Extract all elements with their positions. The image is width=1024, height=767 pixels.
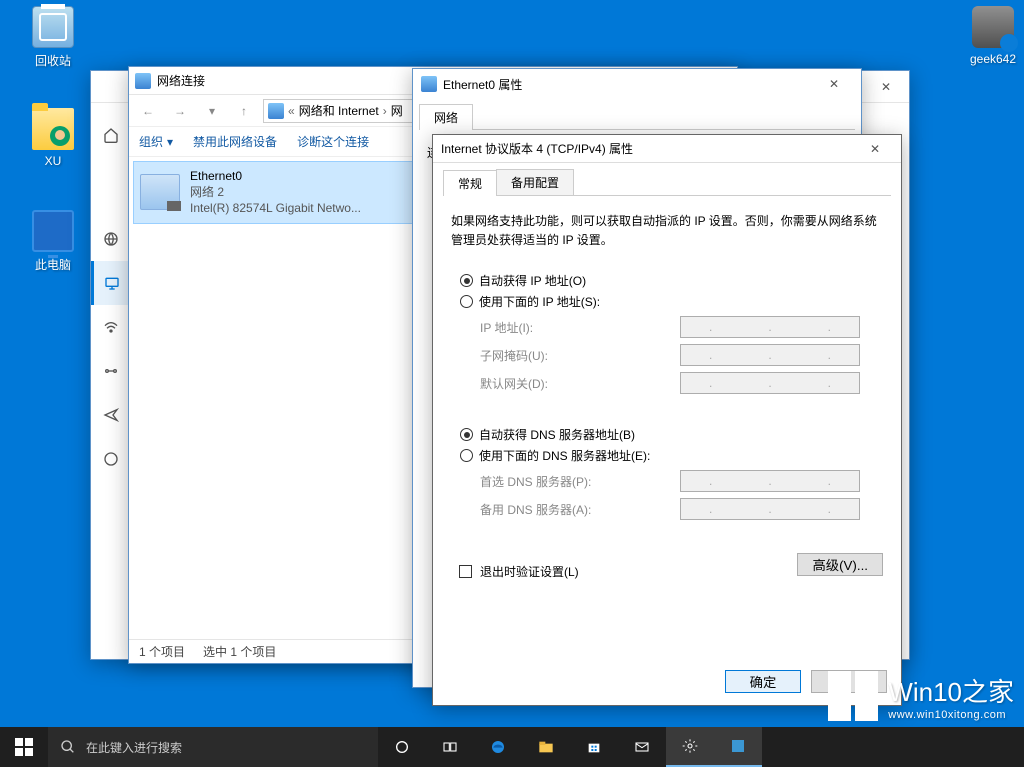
- radio-icon: [460, 274, 473, 287]
- chevron-down-icon: ▾: [167, 135, 173, 149]
- input-ip-address: ...: [680, 316, 860, 338]
- start-button[interactable]: [0, 727, 48, 767]
- taskbar-edge[interactable]: [474, 727, 522, 767]
- window-title: 网络连接: [157, 72, 205, 89]
- label-ip: IP 地址(I):: [480, 319, 680, 336]
- dialog-title: Internet 协议版本 4 (TCP/IPv4) 属性: [441, 140, 857, 157]
- adapter-network: 网络 2: [190, 184, 361, 200]
- checkbox-icon: [459, 565, 472, 578]
- nav-up-button[interactable]: ↑: [231, 98, 257, 124]
- desktop-icon-geek642[interactable]: geek642: [958, 6, 1024, 66]
- taskbar-settings[interactable]: [666, 727, 714, 767]
- menu-ethernet[interactable]: [91, 261, 130, 305]
- window-title: Ethernet0 属性: [443, 76, 809, 93]
- menu-status[interactable]: [91, 217, 130, 261]
- radio-icon: [460, 449, 473, 462]
- desktop-icon-recycle[interactable]: 回收站: [18, 6, 88, 69]
- radio-manual-dns[interactable]: 使用下面的 DNS 服务器地址(E):: [460, 447, 882, 464]
- radio-icon: [460, 428, 473, 441]
- label-mask: 子网掩码(U):: [480, 347, 680, 364]
- menu-proxy[interactable]: [91, 437, 130, 481]
- radio-icon: [460, 295, 473, 308]
- input-alternate-dns: ...: [680, 498, 860, 520]
- network-icon: [135, 73, 151, 89]
- adapter-name: Ethernet0: [190, 168, 361, 184]
- desktop-icon-user-folder[interactable]: XU: [18, 108, 88, 168]
- description-text: 如果网络支持此功能，则可以获取自动指派的 IP 设置。否则，你需要从网络系统管理…: [451, 212, 883, 249]
- menu-wifi[interactable]: [91, 305, 130, 349]
- crumb-2[interactable]: 网: [391, 102, 403, 119]
- checkbox-validate-on-exit[interactable]: 退出时验证设置(L): [459, 563, 579, 580]
- radio-auto-dns[interactable]: 自动获得 DNS 服务器地址(B): [460, 426, 882, 443]
- status-selected-count: 选中 1 个项目: [203, 643, 276, 660]
- crumb-1[interactable]: 网络和 Internet: [299, 102, 379, 119]
- radio-manual-ip[interactable]: 使用下面的 IP 地址(S):: [460, 293, 882, 310]
- menu-airplane[interactable]: [91, 393, 130, 437]
- geek-label: geek642: [958, 52, 1024, 66]
- input-default-gateway: ...: [680, 372, 860, 394]
- search-placeholder: 在此键入进行搜索: [86, 739, 182, 756]
- menu-home[interactable]: [91, 113, 130, 157]
- input-subnet-mask: ...: [680, 344, 860, 366]
- status-item-count: 1 个项目: [139, 643, 185, 660]
- label-dns2: 备用 DNS 服务器(A):: [480, 501, 680, 518]
- network-icon: [421, 76, 437, 92]
- tab-general[interactable]: 常规: [443, 170, 497, 196]
- label-gateway: 默认网关(D):: [480, 375, 680, 392]
- search-icon: [60, 739, 76, 755]
- taskbar-search[interactable]: 在此键入进行搜索: [48, 727, 378, 767]
- close-button[interactable]: ✕: [815, 71, 853, 97]
- taskbar-mail[interactable]: [618, 727, 666, 767]
- menu-dial[interactable]: [91, 349, 130, 393]
- close-button[interactable]: ✕: [863, 71, 909, 103]
- folder-label: XU: [18, 154, 88, 168]
- toolbar-organize[interactable]: 组织▾: [139, 133, 173, 150]
- input-preferred-dns: ...: [680, 470, 860, 492]
- nav-back-button[interactable]: ←: [135, 98, 161, 124]
- taskbar-store[interactable]: [570, 727, 618, 767]
- nav-history-button[interactable]: ▾: [199, 98, 225, 124]
- ipv4-properties-dialog: Internet 协议版本 4 (TCP/IPv4) 属性 ✕ 常规 备用配置 …: [432, 134, 902, 706]
- taskbar-explorer[interactable]: [522, 727, 570, 767]
- close-button[interactable]: ✕: [857, 137, 893, 161]
- nav-forward-button[interactable]: →: [167, 98, 193, 124]
- advanced-button[interactable]: 高级(V)...: [797, 553, 883, 576]
- chevron-right-icon: «: [288, 104, 295, 118]
- toolbar-disable[interactable]: 禁用此网络设备: [193, 133, 277, 150]
- watermark-title: Win10之家: [888, 672, 1014, 709]
- watermark: Win10之家 www.win10xitong.com: [828, 671, 1014, 721]
- chevron-right-icon: ›: [383, 104, 387, 118]
- watermark-url: www.win10xitong.com: [888, 709, 1014, 721]
- this-pc-label: 此电脑: [18, 256, 88, 273]
- label-dns1: 首选 DNS 服务器(P):: [480, 473, 680, 490]
- tab-network[interactable]: 网络: [419, 104, 473, 130]
- taskbar-vmware[interactable]: [714, 727, 762, 767]
- toolbar-diagnose[interactable]: 诊断这个连接: [297, 133, 369, 150]
- ok-button[interactable]: 确定: [725, 670, 801, 693]
- recycle-label: 回收站: [18, 52, 88, 69]
- taskview-button[interactable]: [426, 727, 474, 767]
- control-panel-icon: [268, 103, 284, 119]
- adapter-hardware: Intel(R) 82574L Gigabit Netwo...: [190, 200, 361, 216]
- desktop-icon-this-pc[interactable]: 此电脑: [18, 210, 88, 273]
- taskbar: 在此键入进行搜索: [0, 727, 1024, 767]
- windows-logo-icon: [828, 671, 878, 721]
- tab-alternate[interactable]: 备用配置: [496, 169, 574, 195]
- radio-auto-ip[interactable]: 自动获得 IP 地址(O): [460, 272, 882, 289]
- cortana-button[interactable]: [378, 727, 426, 767]
- ethernet-adapter-icon: [140, 174, 180, 210]
